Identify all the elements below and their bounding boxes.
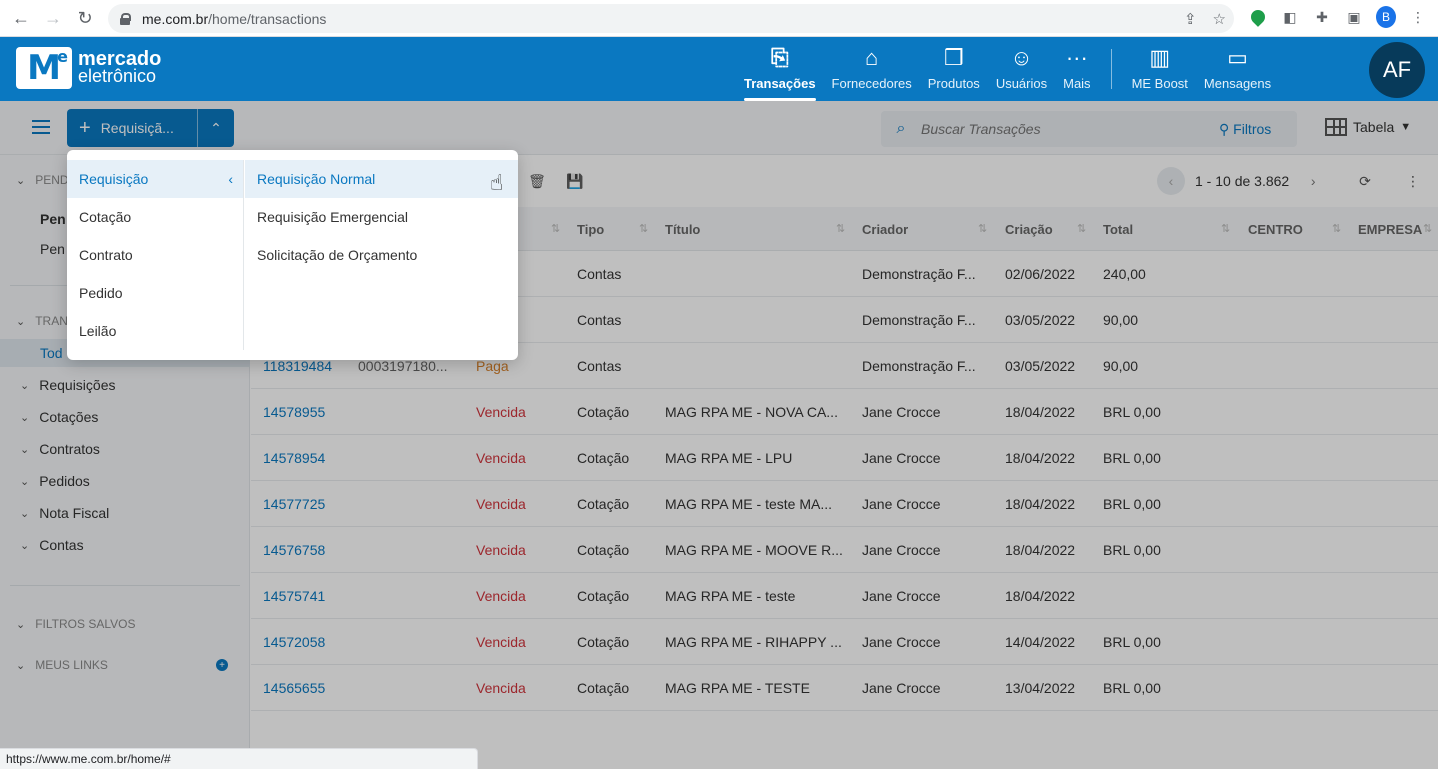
browser-toolbar: ← → ↻ me.com.br/home/transactions ⇪ ☆ ◧ … xyxy=(0,0,1438,37)
more-icon: ··· xyxy=(1065,45,1088,70)
transactions-icon: ⎘ xyxy=(770,45,789,70)
logo-mark: Me xyxy=(16,47,72,89)
submenu-item-solicitacao-orcamento[interactable]: Solicitação de Orçamento xyxy=(245,236,518,274)
reload-icon[interactable]: ↻ xyxy=(74,7,96,29)
user-avatar[interactable]: AF xyxy=(1369,42,1425,98)
hand-cursor-icon: ☝ xyxy=(490,170,504,195)
menu-category-list: Requisição ‹ Cotação Contrato Pedido Lei… xyxy=(67,160,244,350)
menu-item-cotacao[interactable]: Cotação xyxy=(67,198,243,236)
menu-submenu-list: Requisição Normal Requisição Emergencial… xyxy=(245,160,518,274)
url-path: /home/transactions xyxy=(208,10,327,27)
submenu-item-requisicao-normal[interactable]: Requisição Normal xyxy=(245,160,518,198)
logo-line2: eletrônico xyxy=(78,66,157,86)
brand-logo[interactable]: Me mercado eletrônico xyxy=(16,47,161,89)
extension-shield-icon[interactable]: ◧ xyxy=(1280,7,1300,27)
users-icon: ☺ xyxy=(1010,45,1033,70)
address-bar[interactable]: me.com.br/home/transactions ⇪ ☆ xyxy=(108,4,1234,33)
top-nav: ⎘ Transações ⌂ Fornecedores ❒ Produtos ☺… xyxy=(736,37,1279,101)
extensions-puzzle-icon[interactable]: ✚ xyxy=(1312,7,1332,27)
menu-item-contrato[interactable]: Contrato xyxy=(67,236,243,274)
nav-transactions[interactable]: ⎘ Transações xyxy=(736,37,824,101)
back-icon[interactable]: ← xyxy=(10,7,32,29)
star-icon[interactable]: ☆ xyxy=(1213,10,1226,28)
nav-separator xyxy=(1110,49,1112,89)
sidepanel-icon[interactable]: ▣ xyxy=(1344,7,1364,27)
menu-item-requisicao[interactable]: Requisição ‹ xyxy=(67,160,243,198)
nav-products[interactable]: ❒ Produtos xyxy=(920,37,988,101)
url-host: me.com.br xyxy=(142,10,209,27)
nav-users[interactable]: ☺ Usuários xyxy=(988,37,1055,101)
nav-more[interactable]: ··· Mais xyxy=(1055,37,1098,101)
box-icon: ❒ xyxy=(943,45,964,70)
chart-icon: ▥ xyxy=(1149,45,1171,70)
link-status-bar: https://www.me.com.br/home/# xyxy=(0,748,478,769)
new-transaction-menu: Requisição ‹ Cotação Contrato Pedido Lei… xyxy=(67,150,518,360)
nav-suppliers[interactable]: ⌂ Fornecedores xyxy=(824,37,920,101)
app-header: Me mercado eletrônico ⎘ Transações ⌂ For… xyxy=(0,37,1438,101)
extension-leaf-icon[interactable] xyxy=(1248,7,1268,27)
menu-item-leilao[interactable]: Leilão xyxy=(67,312,243,350)
nav-messages[interactable]: ▭ Mensagens xyxy=(1196,37,1279,101)
menu-item-pedido[interactable]: Pedido xyxy=(67,274,243,312)
store-icon: ⌂ xyxy=(865,45,879,70)
lock-icon xyxy=(120,13,131,25)
forward-icon[interactable]: → xyxy=(42,7,64,29)
message-icon: ▭ xyxy=(1227,45,1248,70)
profile-avatar[interactable]: B xyxy=(1376,6,1396,28)
submenu-item-requisicao-emergencial[interactable]: Requisição Emergencial xyxy=(245,198,518,236)
nav-me-boost[interactable]: ▥ ME Boost xyxy=(1124,37,1196,101)
kebab-menu-icon[interactable]: ⋮ xyxy=(1408,7,1428,27)
chevron-left-icon: ‹ xyxy=(228,171,233,187)
share-icon[interactable]: ⇪ xyxy=(1184,10,1197,28)
